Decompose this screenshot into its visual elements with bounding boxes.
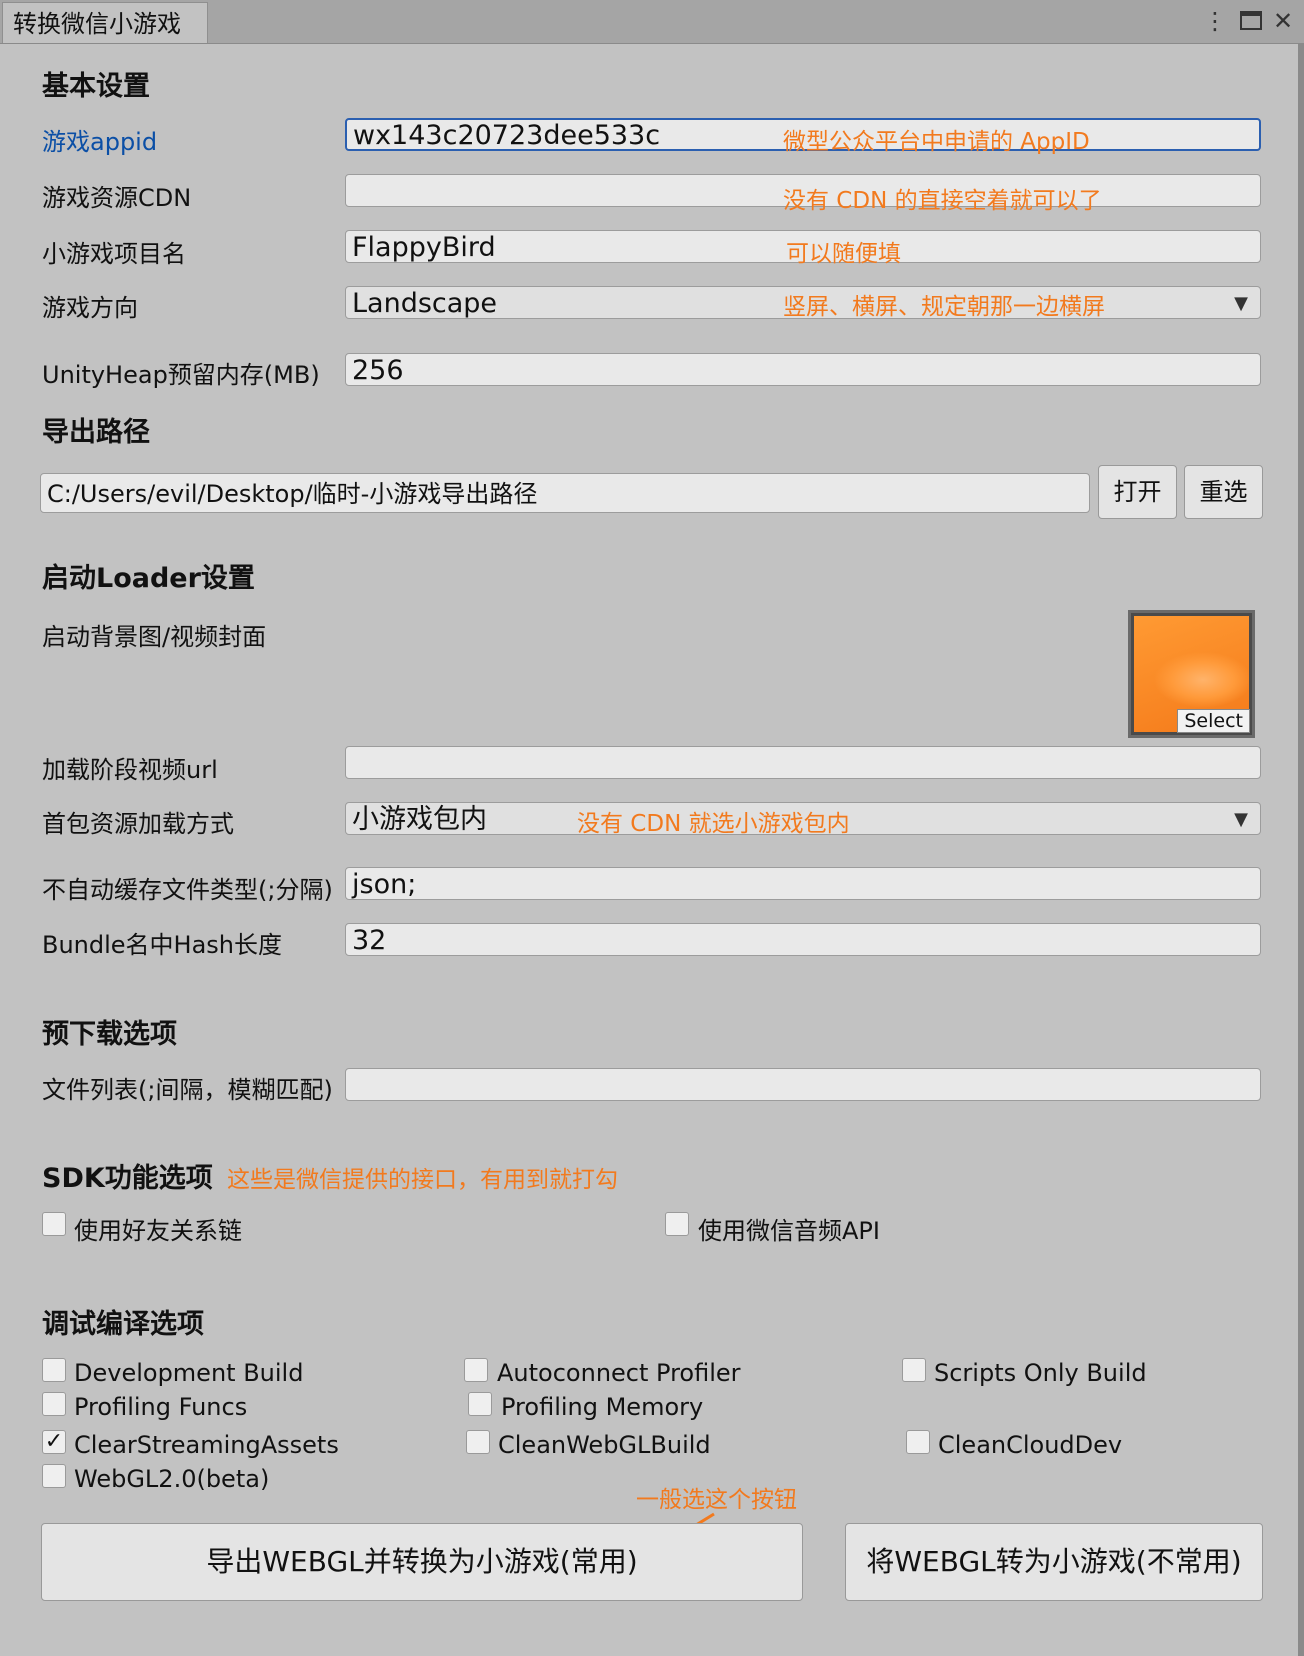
bg-image-label: 启动背景图/视频封面 <box>42 623 267 651</box>
hash-length-input[interactable]: 32 <box>345 923 1261 956</box>
cdn-label: 游戏资源CDN <box>42 184 192 212</box>
section-export-heading: 导出路径 <box>42 417 150 448</box>
cdn-annotation: 没有 CDN 的直接空着就可以了 <box>783 188 1102 214</box>
select-image-button[interactable]: Select <box>1177 709 1250 733</box>
nocache-input[interactable]: json; <box>345 867 1261 900</box>
section-loader-heading: 启动Loader设置 <box>42 563 255 594</box>
window-edge <box>1298 43 1304 1656</box>
appid-value: wx143c20723dee533c <box>353 120 661 151</box>
scripts-only-build-checkbox[interactable] <box>902 1358 926 1382</box>
profiling-memory-checkbox[interactable] <box>468 1392 492 1416</box>
checkmark-icon: ✓ <box>44 1429 64 1454</box>
chevron-down-icon: ▼ <box>1234 293 1248 314</box>
nocache-value: json; <box>352 869 417 900</box>
development-build-checkbox[interactable] <box>42 1358 66 1382</box>
reselect-button[interactable]: 重选 <box>1184 465 1263 519</box>
load-mode-annotation: 没有 CDN 就选小游戏包内 <box>577 811 850 837</box>
heap-value: 256 <box>352 355 404 386</box>
heap-input[interactable]: 256 <box>345 353 1261 386</box>
friends-checkbox[interactable] <box>42 1212 66 1236</box>
preload-files-label: 文件列表(;间隔，模糊匹配) <box>42 1076 333 1104</box>
development-build-label: Development Build <box>74 1359 304 1387</box>
clean-webgl-build-label: CleanWebGLBuild <box>498 1431 711 1459</box>
nocache-label: 不自动缓存文件类型(;分隔) <box>42 876 333 904</box>
more-vertical-icon[interactable]: ⋮ <box>1200 6 1230 36</box>
project-name-annotation: 可以随便填 <box>786 241 901 267</box>
appid-annotation: 微型公众平台中申请的 AppID <box>783 129 1090 155</box>
profiling-funcs-checkbox[interactable] <box>42 1392 66 1416</box>
video-url-label: 加载阶段视频url <box>42 756 218 784</box>
heap-label: UnityHeap预留内存(MB) <box>42 361 320 389</box>
webgl2-label: WebGL2.0(beta) <box>74 1465 270 1493</box>
hash-length-value: 32 <box>352 925 387 956</box>
project-name-value: FlappyBird <box>352 232 496 263</box>
clear-streaming-assets-label: ClearStreamingAssets <box>74 1431 339 1459</box>
orientation-value: Landscape <box>352 288 498 319</box>
sdk-annotation: 这些是微信提供的接口，有用到就打勾 <box>227 1167 618 1193</box>
appid-label: 游戏appid <box>42 128 158 156</box>
profiling-memory-label: Profiling Memory <box>501 1393 704 1421</box>
load-mode-label: 首包资源加载方式 <box>42 810 234 838</box>
orientation-annotation: 竖屏、横屏、规定朝那一边横屏 <box>783 294 1105 320</box>
clear-streaming-assets-checkbox[interactable]: ✓ <box>42 1430 66 1454</box>
audio-api-checkbox[interactable] <box>665 1212 689 1236</box>
section-debug-heading: 调试编译选项 <box>42 1309 204 1340</box>
orientation-label: 游戏方向 <box>42 294 138 322</box>
open-button[interactable]: 打开 <box>1098 465 1177 519</box>
section-basic-heading: 基本设置 <box>42 71 150 102</box>
export-path-input[interactable]: C:/Users/evil/Desktop/临时-小游戏导出路径 <box>40 473 1090 513</box>
section-preload-heading: 预下载选项 <box>42 1019 177 1050</box>
autoconnect-profiler-checkbox[interactable] <box>464 1358 488 1382</box>
preload-files-input[interactable] <box>345 1068 1261 1101</box>
clean-cloud-dev-checkbox[interactable] <box>906 1430 930 1454</box>
audio-api-label: 使用微信音频API <box>698 1217 880 1245</box>
webgl2-checkbox[interactable] <box>42 1464 66 1488</box>
profiling-funcs-label: Profiling Funcs <box>74 1393 248 1421</box>
autoconnect-profiler-label: Autoconnect Profiler <box>497 1359 741 1387</box>
window-tab[interactable]: 转换微信小游戏 <box>2 2 208 43</box>
clean-cloud-dev-label: CleanCloudDev <box>938 1431 1123 1459</box>
hash-length-label: Bundle名中Hash长度 <box>42 931 283 959</box>
video-url-input[interactable] <box>345 746 1261 779</box>
export-path-value: C:/Users/evil/Desktop/临时-小游戏导出路径 <box>47 480 538 508</box>
load-mode-value: 小游戏包内 <box>352 804 487 835</box>
convert-webgl-button[interactable]: 将WEBGL转为小游戏(不常用) <box>845 1523 1263 1601</box>
friends-label: 使用好友关系链 <box>74 1217 242 1245</box>
section-sdk-heading: SDK功能选项 <box>42 1163 213 1194</box>
project-name-label: 小游戏项目名 <box>42 240 186 268</box>
primary-hint-annotation: 一般选这个按钮 <box>636 1487 797 1513</box>
export-and-convert-button[interactable]: 导出WEBGL并转换为小游戏(常用) <box>41 1523 803 1601</box>
close-icon[interactable]: ✕ <box>1268 6 1298 36</box>
clean-webgl-build-checkbox[interactable] <box>466 1430 490 1454</box>
bg-image-thumbnail[interactable]: Select <box>1128 610 1255 738</box>
scripts-only-build-label: Scripts Only Build <box>934 1359 1147 1387</box>
maximize-icon[interactable] <box>1236 6 1266 36</box>
chevron-down-icon: ▼ <box>1234 809 1248 830</box>
